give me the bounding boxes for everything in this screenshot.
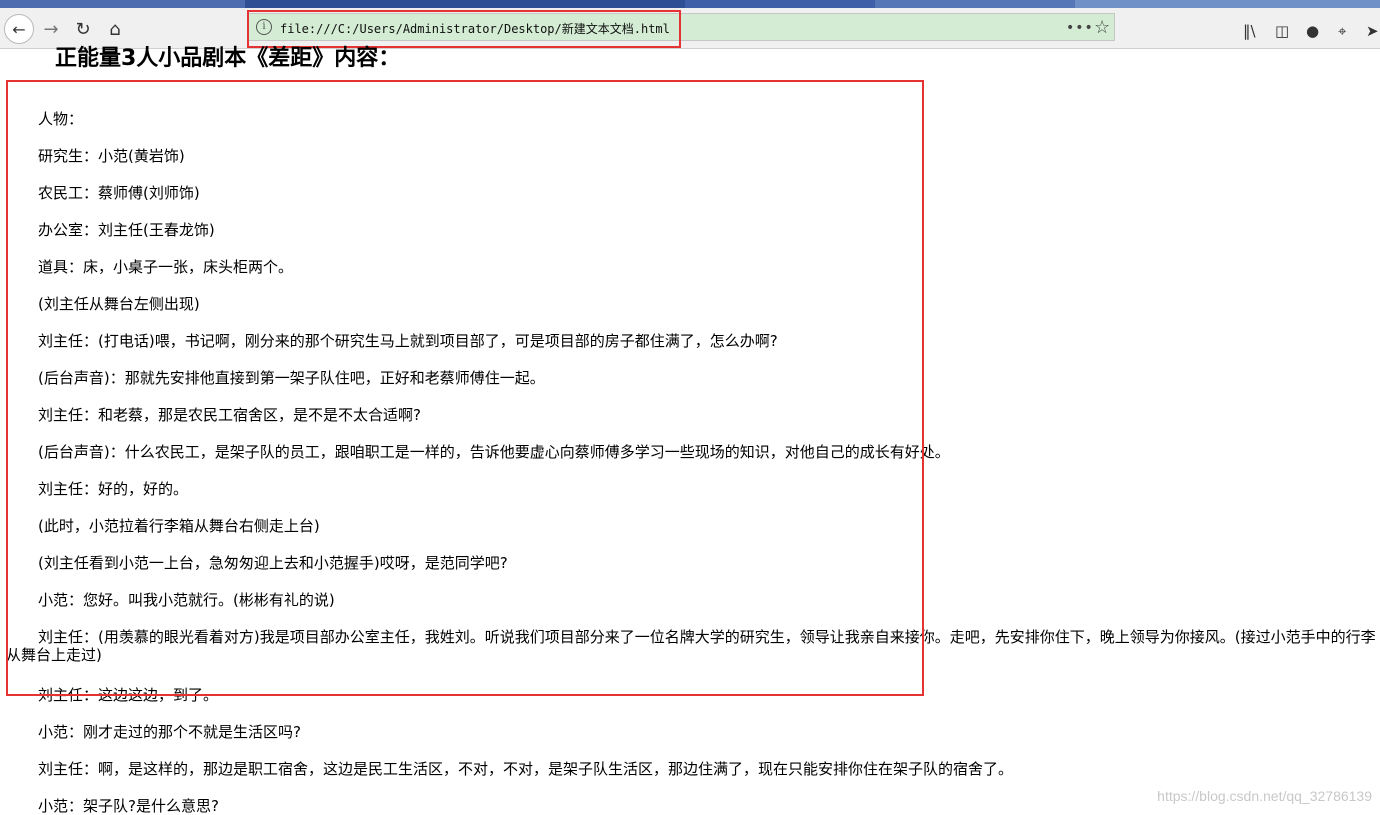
paragraph: 刘主任：(用羡慕的眼光看着对方)我是项目部办公室主任，我姓刘。听说我们项目部分来… — [6, 628, 1376, 664]
forward-icon[interactable]: → — [38, 16, 64, 42]
paragraph: 刘主任：这边这边，到了。 — [38, 686, 219, 704]
page-actions-menu[interactable]: ••• — [1066, 20, 1094, 36]
paragraph: (后台声音)：什么农民工，是架子队的员工，跟咱职工是一样的，告诉他要虚心向蔡师傅… — [38, 443, 950, 461]
paragraph: 刘主任：好的，好的。 — [38, 480, 189, 498]
info-icon[interactable]: i — [256, 19, 272, 35]
library-icon[interactable]: ‖\ — [1243, 22, 1256, 40]
paragraph: 农民工：蔡师傅(刘师饰) — [38, 184, 200, 202]
paragraph: 刘主任：和老蔡，那是农民工宿舍区，是不是不太合适啊? — [38, 406, 421, 424]
paragraph: 小范：刚才走过的那个不就是生活区吗? — [38, 723, 301, 741]
paragraph: (刘主任从舞台左侧出现) — [38, 295, 200, 313]
extension-icon[interactable]: ➤ — [1366, 22, 1379, 40]
window-title-strip — [0, 0, 1380, 8]
reload-icon[interactable]: ↻ — [70, 16, 96, 42]
star-icon[interactable]: ☆ — [1094, 17, 1110, 38]
paragraph: 小范：架子队?是什么意思? — [38, 797, 219, 815]
page-title: 正能量3人小品剧本《差距》内容： — [55, 46, 401, 71]
paragraph: 人物： — [38, 110, 84, 128]
paragraph: (此时，小范拉着行李箱从舞台右侧走上台) — [38, 517, 320, 535]
url-text[interactable]: file:///C:/Users/Administrator/Desktop/新… — [280, 20, 670, 37]
paragraph: 研究生：小范(黄岩饰) — [38, 147, 185, 165]
browser-toolbar: ← → ↻ ⌂ i file:///C:/Users/Administrator… — [0, 8, 1380, 49]
paragraph: 道具：床，小桌子一张，床头柜两个。 — [38, 258, 294, 276]
back-icon[interactable]: ← — [4, 14, 34, 44]
paragraph: (刘主任看到小范一上台，急匆匆迎上去和小范握手)哎呀，是范同学吧? — [38, 554, 508, 572]
address-bar[interactable]: i file:///C:/Users/Administrator/Desktop… — [247, 13, 1115, 41]
watermark: https://blog.csdn.net/qq_32786139 — [1157, 788, 1372, 804]
crop-icon[interactable]: ⌖ — [1338, 22, 1346, 40]
sidebar-icon[interactable]: ◫ — [1275, 22, 1289, 40]
paragraph: 刘主任：(打电话)喂，书记啊，刚分来的那个研究生马上就到项目部了，可是项目部的房… — [38, 332, 778, 350]
chat-icon[interactable]: ● — [1306, 22, 1319, 40]
paragraph: 小范：您好。叫我小范就行。(彬彬有礼的说) — [38, 591, 335, 609]
home-icon[interactable]: ⌂ — [102, 16, 128, 42]
paragraph: 办公室：刘主任(王春龙饰) — [38, 221, 215, 239]
paragraph: 刘主任：啊，是这样的，那边是职工宿舍，这边是民工生活区，不对，不对，是架子队生活… — [38, 760, 1014, 778]
paragraph: (后台声音)：那就先安排他直接到第一架子队住吧，正好和老蔡师傅住一起。 — [38, 369, 545, 387]
